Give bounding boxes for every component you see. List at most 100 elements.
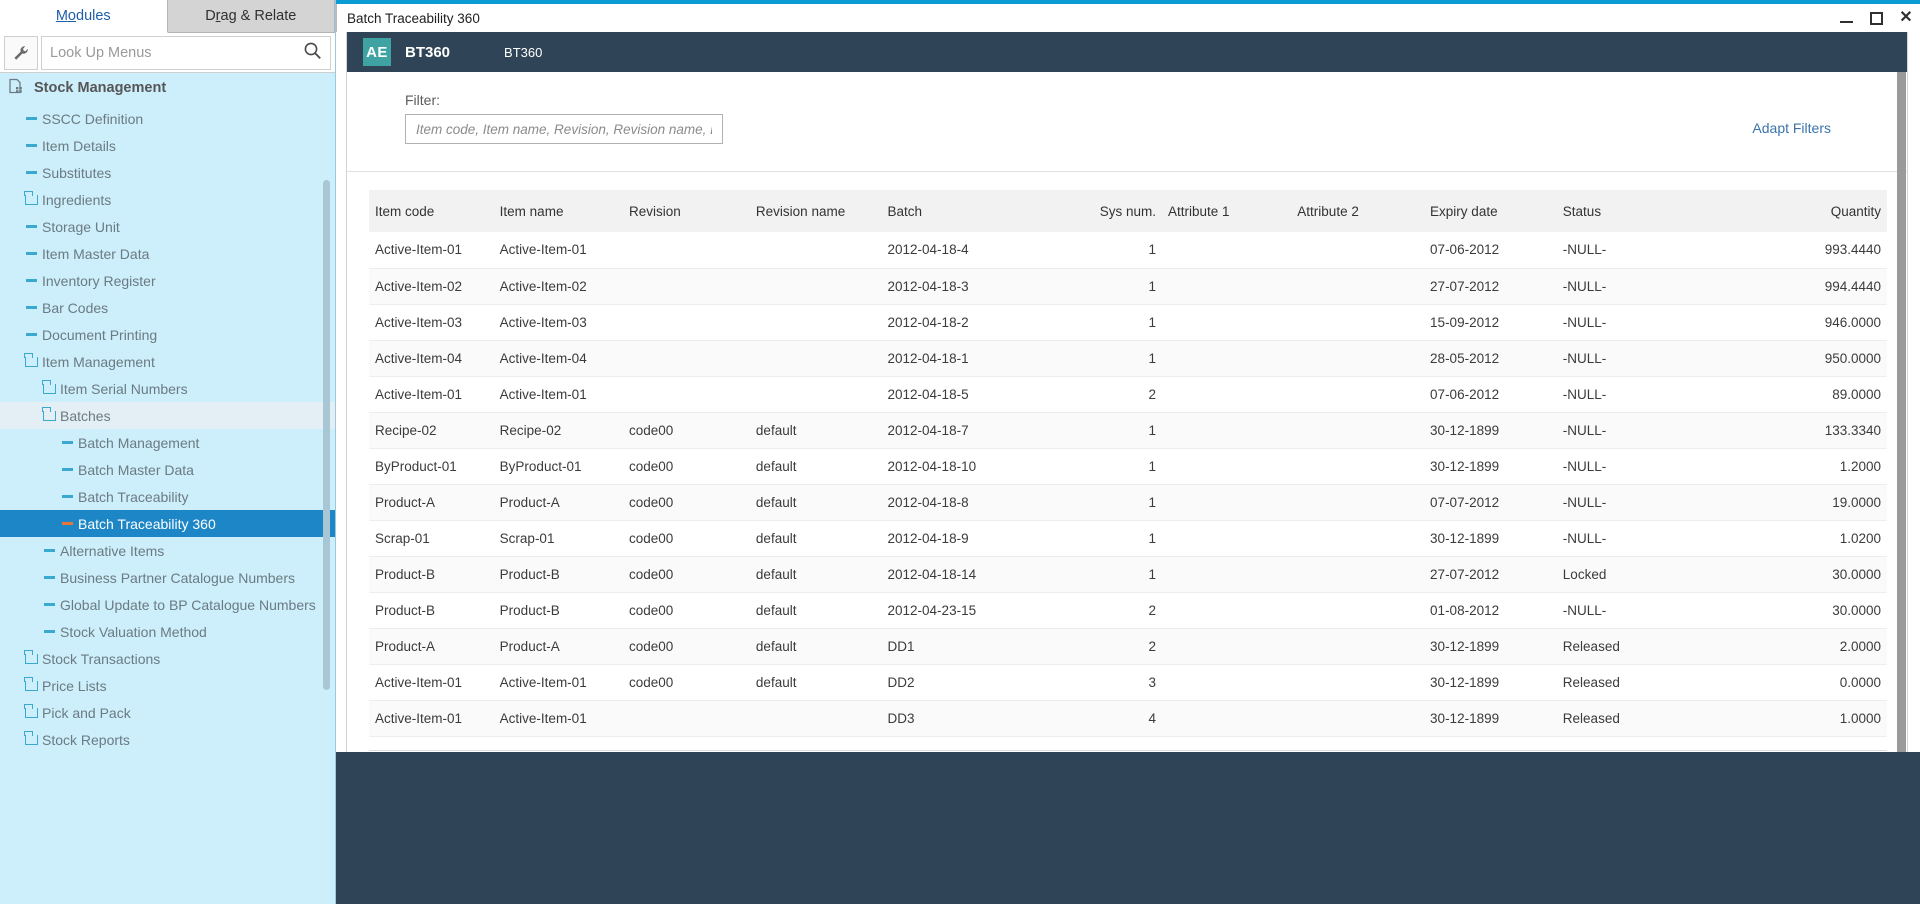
adapt-filters-link[interactable]: Adapt Filters [1752,120,1831,136]
sidebar-item-document-printing[interactable]: Document Printing [0,321,335,348]
table-body: Active-Item-01Active-Item-012012-04-18-4… [369,232,1887,736]
column-header-sys-num[interactable]: Sys num. [1072,190,1162,232]
filter-input[interactable] [405,114,723,144]
table-row[interactable]: ByProduct-01ByProduct-01code00default201… [369,448,1887,484]
table-row[interactable]: Product-BProduct-Bcode00default2012-04-1… [369,556,1887,592]
sidebar-item-label: Stock Reports [42,732,130,748]
sidebar-item-item-serial-numbers[interactable]: Item Serial Numbers [0,375,335,402]
cell-item-code: Scrap-01 [369,520,494,556]
module-root[interactable]: Stock Management [0,73,335,103]
cell-revision-name: default [750,628,882,664]
cell-item-code: Product-A [369,628,494,664]
minimize-icon[interactable] [1838,10,1854,26]
sidebar-item-item-master-data[interactable]: Item Master Data [0,240,335,267]
table-row[interactable]: Product-AProduct-Acode00defaultDD1230-12… [369,628,1887,664]
sidebar-item-storage-unit[interactable]: Storage Unit [0,213,335,240]
tab-drag-and-relate[interactable]: Drag & Relate [168,0,336,32]
sidebar-item-label: Substitutes [42,165,111,181]
sidebar-item-batch-management[interactable]: Batch Management [0,429,335,456]
navigation-tabs: Modules Drag & Relate [0,0,335,33]
column-header-batch[interactable]: Batch [882,190,1072,232]
column-header-expiry-date[interactable]: Expiry date [1424,190,1557,232]
table-row[interactable]: Product-BProduct-Bcode00default2012-04-2… [369,592,1887,628]
sidebar-item-batch-traceability[interactable]: Batch Traceability [0,483,335,510]
sidebar-item-label: Business Partner Catalogue Numbers [60,570,295,586]
left-navigation-panel: Modules Drag & Relate [0,0,336,904]
sidebar-item-label: Item Management [42,354,155,370]
column-header-attribute-1[interactable]: Attribute 1 [1162,190,1291,232]
sidebar-item-price-lists[interactable]: Price Lists [0,672,335,699]
sidebar-item-batches[interactable]: Batches [0,402,335,429]
cell-expiry-date: 07-07-2012 [1424,484,1557,520]
table-row[interactable]: Active-Item-01Active-Item-01DD3430-12-18… [369,700,1887,736]
cell-batch: 2012-04-18-1 [882,340,1072,376]
sidebar-item-label: Batch Traceability 360 [78,516,216,532]
sidebar-item-stock-reports[interactable]: Stock Reports [0,726,335,753]
cell-revision [623,232,750,268]
module-icon [8,78,24,99]
cell-revision: code00 [623,628,750,664]
cell-revision: code00 [623,592,750,628]
column-header-revision[interactable]: Revision [623,190,750,232]
cell-revision: code00 [623,448,750,484]
content-scroll-thumb[interactable] [1897,72,1906,772]
cell-attribute-2 [1291,448,1424,484]
cell-item-name: Product-B [494,592,623,628]
sidebar-item-label: Item Serial Numbers [60,381,188,397]
sidebar-item-item-details[interactable]: Item Details [0,132,335,159]
table-row[interactable]: Product-AProduct-Acode00default2012-04-1… [369,484,1887,520]
sidebar-item-business-partner-catalogue-numbers[interactable]: Business Partner Catalogue Numbers [0,564,335,591]
sidebar-item-substitutes[interactable]: Substitutes [0,159,335,186]
table-row[interactable]: Active-Item-03Active-Item-032012-04-18-2… [369,304,1887,340]
wrench-icon[interactable] [4,36,38,70]
window-titlebar[interactable]: Batch Traceability 360 ✕ [336,4,1920,32]
close-icon[interactable]: ✕ [1898,10,1914,26]
cell-batch: DD1 [882,628,1072,664]
table-row[interactable]: Active-Item-01Active-Item-012012-04-18-5… [369,376,1887,412]
table-row[interactable]: Active-Item-01Active-Item-01code00defaul… [369,664,1887,700]
table-row[interactable]: Scrap-01Scrap-01code00default2012-04-18-… [369,520,1887,556]
column-header-revision-name[interactable]: Revision name [750,190,882,232]
cell-batch: 2012-04-18-9 [882,520,1072,556]
sidebar-item-stock-valuation-method[interactable]: Stock Valuation Method [0,618,335,645]
cell-batch: 2012-04-18-4 [882,232,1072,268]
sidebar-item-label: Inventory Register [42,273,156,289]
cell-status: -NULL- [1557,520,1772,556]
tab-modules[interactable]: Modules [0,0,168,33]
cell-quantity: 30.0000 [1772,556,1888,592]
search-box[interactable] [41,36,331,70]
column-header-status[interactable]: Status [1557,190,1772,232]
table-row[interactable]: Active-Item-01Active-Item-012012-04-18-4… [369,232,1887,268]
table-row[interactable]: Recipe-02Recipe-02code00default2012-04-1… [369,412,1887,448]
column-header-quantity[interactable]: Quantity [1772,190,1888,232]
table-row[interactable]: Active-Item-02Active-Item-022012-04-18-3… [369,268,1887,304]
sidebar-item-item-management[interactable]: Item Management [0,348,335,375]
cell-sys-num: 1 [1072,484,1162,520]
column-header-attribute-2[interactable]: Attribute 2 [1291,190,1424,232]
sidebar-item-global-update-to-bp-catalogue-numbers[interactable]: Global Update to BP Catalogue Numbers [0,591,335,618]
maximize-icon[interactable] [1868,10,1884,26]
sidebar-item-bar-codes[interactable]: Bar Codes [0,294,335,321]
sidebar-item-inventory-register[interactable]: Inventory Register [0,267,335,294]
column-header-item-code[interactable]: Item code [369,190,494,232]
sidebar-item-label: Batch Master Data [78,462,194,478]
cell-attribute-1 [1162,232,1291,268]
search-icon[interactable] [303,41,322,65]
cell-status: Released [1557,664,1772,700]
cell-quantity: 950.0000 [1772,340,1888,376]
sidebar-item-pick-and-pack[interactable]: Pick and Pack [0,699,335,726]
cell-revision-name [750,340,882,376]
sidebar-item-sscc-definition[interactable]: SSCC Definition [0,105,335,132]
column-header-item-name[interactable]: Item name [494,190,623,232]
sidebar-item-label: Batch Traceability [78,489,189,505]
sidebar-item-stock-transactions[interactable]: Stock Transactions [0,645,335,672]
cell-revision [623,340,750,376]
sidebar-item-batch-master-data[interactable]: Batch Master Data [0,456,335,483]
search-input[interactable] [50,45,303,61]
sidebar-scrollbar[interactable] [323,180,330,690]
table-row[interactable]: Active-Item-04Active-Item-042012-04-18-1… [369,340,1887,376]
sidebar-item-alternative-items[interactable]: Alternative Items [0,537,335,564]
sidebar-item-batch-traceability-360[interactable]: Batch Traceability 360 [0,510,335,537]
sidebar-item-ingredients[interactable]: Ingredients [0,186,335,213]
dash-icon [20,171,42,174]
